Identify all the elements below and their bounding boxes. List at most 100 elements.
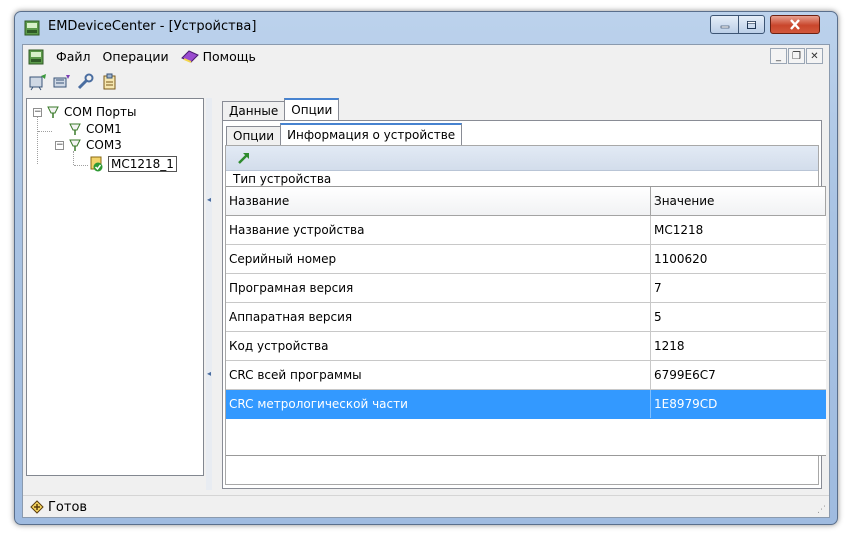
mdi-close-icon: ✕ <box>810 50 819 62</box>
tab-data[interactable]: Данные <box>222 101 286 120</box>
collapse-icon[interactable]: − <box>33 107 42 117</box>
tab-options[interactable]: Опции <box>284 98 340 120</box>
collapse-left-icon[interactable]: ◂ <box>207 368 211 380</box>
table-row[interactable]: CRC всей программы 6799E6C7 <box>226 361 826 390</box>
mdi-minimize-button[interactable]: _ <box>770 48 787 64</box>
tree-connector <box>38 131 52 132</box>
tab-label: Опции <box>291 103 333 117</box>
inner-tab-strip: Опции Информация о устройстве <box>226 123 463 145</box>
cell-value: 7 <box>654 281 662 295</box>
arrow-up-right-icon <box>238 153 249 164</box>
tab-inner-options[interactable]: Опции <box>226 126 282 145</box>
minimize-icon <box>720 25 729 28</box>
clipboard-icon <box>103 73 116 90</box>
tree-node-com1[interactable]: COM1 <box>67 121 122 137</box>
cell-name: Название устройства <box>226 216 651 244</box>
device-info-grid: Название Значение Название устройства MC… <box>226 186 826 456</box>
options-page: Опции Информация о устройстве Тип устрой… <box>222 120 826 489</box>
device-info-page: Тип устройства Название Значение Названи… <box>225 145 826 485</box>
grid-header: Название Значение <box>226 187 826 216</box>
table-row[interactable]: Програмная версия 7 <box>226 274 826 303</box>
device-ok-icon <box>90 156 103 172</box>
maximize-button[interactable] <box>738 15 765 34</box>
resize-grip-icon[interactable]: ⋰ <box>817 506 827 516</box>
cell-value: 1218 <box>654 339 685 353</box>
menu-bar: Файл Операции Помощь _ ❐ ✕ <box>23 45 829 68</box>
cell-name: CRC метрологической части <box>226 390 651 418</box>
tree-node-label: COM Порты <box>64 105 137 119</box>
menu-help[interactable]: Помощь <box>175 49 262 64</box>
collapse-left-icon[interactable]: ◂ <box>207 194 211 206</box>
menu-help-label: Помощь <box>202 49 256 64</box>
menu-file[interactable]: Файл <box>50 49 97 64</box>
mdi-minimize-icon: _ <box>776 50 781 62</box>
close-icon <box>790 19 800 30</box>
document-icon[interactable] <box>28 49 44 65</box>
cell-value: 6799E6C7 <box>654 368 716 382</box>
cell-name: Серийный номер <box>226 245 651 273</box>
cell-value: 1100620 <box>654 252 708 266</box>
cell-name: CRC всей программы <box>226 361 651 389</box>
cell-value: 1E8979CD <box>654 397 718 411</box>
menu-operations[interactable]: Операции <box>97 49 175 64</box>
panel-splitter[interactable]: ◂ ◂ <box>206 98 212 490</box>
toolbar-settings-button[interactable] <box>50 71 74 93</box>
tab-device-info[interactable]: Информация о устройстве <box>280 123 463 145</box>
toolbar-tools-button[interactable] <box>74 71 98 93</box>
refresh-button[interactable] <box>232 147 256 169</box>
grid-bottom-border <box>226 454 826 456</box>
client-area: Файл Операции Помощь _ ❐ ✕ − COM Порты C… <box>22 44 830 518</box>
device-tree[interactable]: − COM Порты COM1 − COM3 MC1218_1 <box>26 98 204 476</box>
tools-icon <box>77 73 94 90</box>
outer-tab-strip: Данные Опции <box>222 98 340 120</box>
port-icon <box>69 139 81 151</box>
help-book-icon <box>180 50 199 63</box>
cell-name: Програмная версия <box>226 274 651 302</box>
app-window: EMDeviceCenter - [Устройства] Файл Опера… <box>14 11 838 525</box>
table-row[interactable]: Аппаратная версия 5 <box>226 303 826 332</box>
tree-node-com3[interactable]: − COM3 <box>55 137 122 153</box>
close-button[interactable] <box>770 15 820 34</box>
details-panel: Данные Опции Опции Информация о устройст… <box>214 98 826 490</box>
table-row[interactable]: Код устройства 1218 <box>226 332 826 361</box>
toolbar-clipboard-button[interactable] <box>98 71 122 93</box>
menu-operations-label: Операции <box>102 49 169 64</box>
mdi-close-button[interactable]: ✕ <box>806 48 823 64</box>
title-bar[interactable]: EMDeviceCenter - [Устройства] <box>15 12 837 44</box>
maximize-icon <box>747 20 756 29</box>
collapse-icon[interactable]: − <box>55 140 64 150</box>
content-area: − COM Порты COM1 − COM3 MC1218_1 ◂ ◂ Дан… <box>26 98 826 492</box>
column-header-name[interactable]: Название <box>226 187 651 215</box>
tree-node-label: COM3 <box>86 138 122 152</box>
window-title: EMDeviceCenter - [Устройства] <box>48 19 257 34</box>
app-icon <box>24 20 40 36</box>
table-row[interactable]: Серийный номер 1100620 <box>226 245 826 274</box>
tree-node-com-ports[interactable]: − COM Порты <box>33 104 136 120</box>
tree-connector <box>74 165 88 166</box>
table-row[interactable]: Название устройства MC1218 <box>226 216 826 245</box>
mdi-restore-button[interactable]: ❐ <box>788 48 805 64</box>
tree-node-device[interactable]: MC1218_1 <box>89 156 177 172</box>
cell-value: 5 <box>654 310 662 324</box>
port-icon <box>69 123 81 135</box>
tab-label: Опции <box>233 129 275 143</box>
cell-name: Код устройства <box>226 332 651 360</box>
menu-file-label: Файл <box>56 49 91 64</box>
cell-name: Аппаратная версия <box>226 303 651 331</box>
status-bar: Готов ⋰ <box>23 495 829 518</box>
table-row-selected[interactable]: CRC метрологической части 1E8979CD <box>226 390 826 419</box>
main-toolbar <box>23 69 829 95</box>
minimize-button[interactable] <box>710 15 738 34</box>
tree-connector <box>73 151 74 165</box>
status-icon <box>30 500 44 514</box>
cell-value: MC1218 <box>654 223 704 237</box>
column-header-value[interactable]: Значение <box>651 187 826 215</box>
tab-label: Информация о устройстве <box>287 128 456 142</box>
toolbar-connect-button[interactable] <box>26 71 50 93</box>
device-settings-icon <box>53 75 70 88</box>
status-text: Готов <box>48 499 88 515</box>
mdi-restore-icon: ❐ <box>792 50 801 62</box>
device-type-label: Тип устройства <box>233 172 332 186</box>
tree-node-label: MC1218_1 <box>108 156 177 172</box>
port-icon <box>47 106 59 118</box>
